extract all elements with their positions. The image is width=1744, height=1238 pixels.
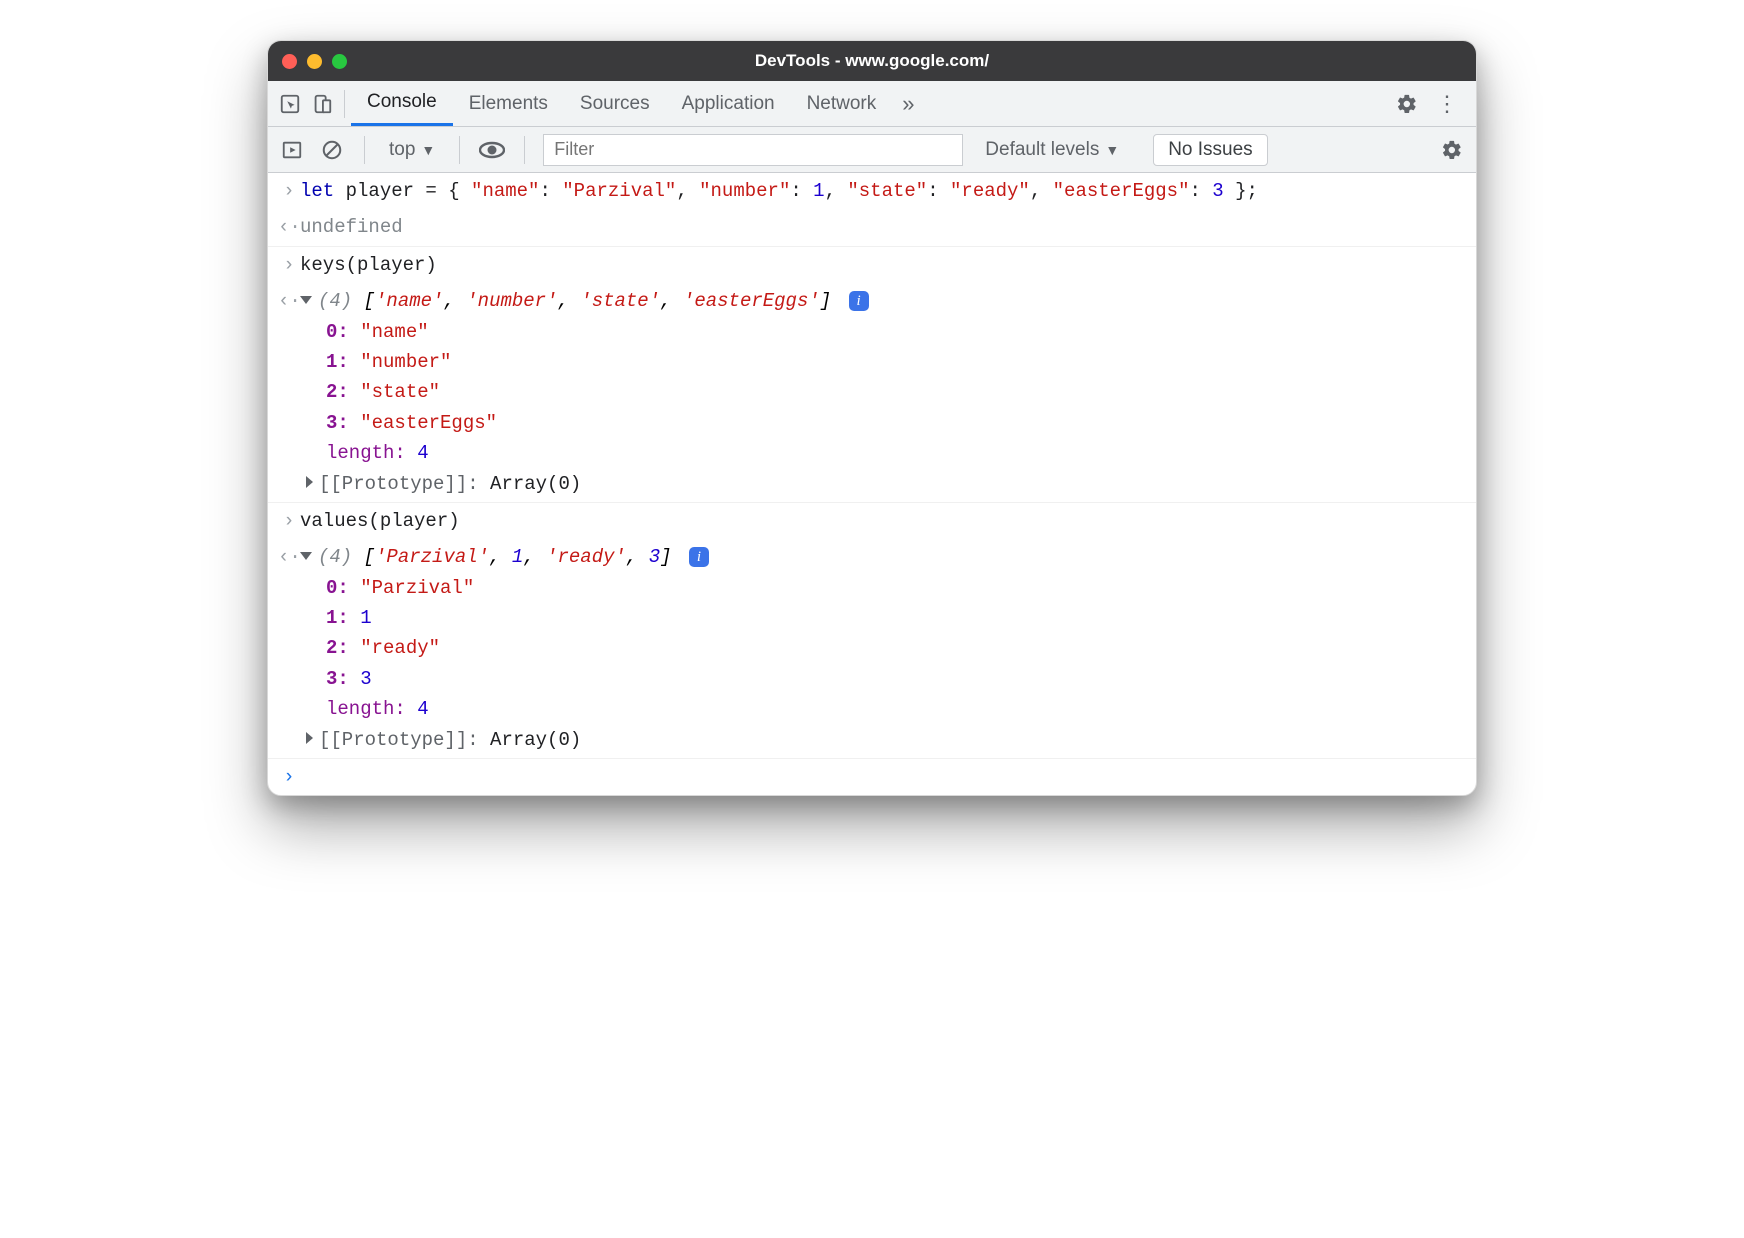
- prompt-icon: ›: [278, 506, 300, 536]
- tab-console[interactable]: Console: [351, 81, 453, 126]
- kebab-menu-icon[interactable]: ⋮: [1436, 93, 1458, 115]
- device-toggle-icon[interactable]: [306, 81, 338, 127]
- info-icon[interactable]: i: [689, 547, 709, 567]
- tab-elements[interactable]: Elements: [453, 81, 564, 126]
- result-icon: ‹·: [278, 212, 300, 242]
- array-item: 0: "name": [278, 317, 1470, 347]
- code-line: keys(player): [300, 250, 1470, 280]
- array-item: 0: "Parzival": [278, 573, 1470, 603]
- expand-toggle-icon[interactable]: [306, 732, 313, 744]
- console-toolbar: top ▼ Default levels ▼ No Issues: [268, 127, 1476, 173]
- window-title: DevTools - www.google.com/: [268, 51, 1476, 71]
- tab-network[interactable]: Network: [791, 81, 893, 126]
- array-item: 3: 3: [278, 664, 1470, 694]
- context-selector[interactable]: top ▼: [383, 139, 441, 161]
- expand-toggle-icon[interactable]: [306, 476, 313, 488]
- array-item: 3: "easterEggs": [278, 408, 1470, 438]
- devtools-window: DevTools - www.google.com/ Console Eleme…: [267, 40, 1477, 796]
- array-summary[interactable]: (4) ['Parzival', 1, 'ready', 3] i: [300, 542, 1470, 572]
- result-icon: ‹·: [278, 542, 300, 572]
- inspect-icon[interactable]: [274, 81, 306, 127]
- console-settings-icon[interactable]: [1438, 136, 1466, 164]
- array-prototype[interactable]: [[Prototype]]: Array(0): [278, 725, 1470, 755]
- prompt-icon: ›: [278, 176, 300, 206]
- divider: [459, 136, 460, 164]
- divider: [344, 90, 345, 118]
- tab-application[interactable]: Application: [666, 81, 791, 126]
- console-result-row: ‹· (4) ['name', 'number', 'state', 'east…: [268, 283, 1476, 503]
- result-undefined: undefined: [300, 212, 1470, 242]
- array-prototype[interactable]: [[Prototype]]: Array(0): [278, 469, 1470, 499]
- code-line: values(player): [300, 506, 1470, 536]
- tabs-more-button[interactable]: »: [892, 81, 924, 126]
- expand-toggle-icon[interactable]: [300, 552, 312, 560]
- array-item: 2: "ready": [278, 633, 1470, 663]
- divider: [524, 136, 525, 164]
- console-output: › let player = { "name": "Parzival", "nu…: [268, 173, 1476, 795]
- prompt-icon: ›: [278, 250, 300, 280]
- console-result-row: ‹· undefined: [268, 209, 1476, 246]
- live-expression-icon[interactable]: [478, 136, 506, 164]
- console-prompt-row[interactable]: ›: [268, 759, 1476, 795]
- array-item: 1: "number": [278, 347, 1470, 377]
- titlebar: DevTools - www.google.com/: [268, 41, 1476, 81]
- result-icon: ‹·: [278, 286, 300, 316]
- console-input[interactable]: [300, 762, 1470, 792]
- settings-icon[interactable]: [1396, 93, 1418, 115]
- code-line: let player = { "name": "Parzival", "numb…: [300, 176, 1470, 206]
- array-length: length: 4: [278, 438, 1470, 468]
- panel-tabs: Console Elements Sources Application Net…: [268, 81, 1476, 127]
- console-input-row[interactable]: › keys(player): [268, 247, 1476, 283]
- info-icon[interactable]: i: [849, 291, 869, 311]
- array-item: 2: "state": [278, 377, 1470, 407]
- prompt-icon: ›: [278, 762, 300, 792]
- console-input-row[interactable]: › values(player): [268, 503, 1476, 539]
- context-label: top: [389, 139, 415, 161]
- expand-toggle-icon[interactable]: [300, 296, 312, 304]
- clear-console-icon[interactable]: [318, 136, 346, 164]
- console-result-row: ‹· (4) ['Parzival', 1, 'ready', 3] i 0: …: [268, 539, 1476, 759]
- tab-sources[interactable]: Sources: [564, 81, 666, 126]
- divider: [364, 136, 365, 164]
- log-levels-selector[interactable]: Default levels ▼: [985, 139, 1119, 161]
- console-input-row[interactable]: › let player = { "name": "Parzival", "nu…: [268, 173, 1476, 209]
- levels-label: Default levels: [985, 139, 1099, 161]
- issues-button[interactable]: No Issues: [1153, 134, 1267, 166]
- filter-input[interactable]: [543, 134, 963, 166]
- array-summary[interactable]: (4) ['name', 'number', 'state', 'easterE…: [300, 286, 1470, 316]
- array-item: 1: 1: [278, 603, 1470, 633]
- chevron-down-icon: ▼: [421, 142, 435, 158]
- array-length: length: 4: [278, 694, 1470, 724]
- chevron-down-icon: ▼: [1105, 142, 1119, 158]
- sidebar-toggle-icon[interactable]: [278, 136, 306, 164]
